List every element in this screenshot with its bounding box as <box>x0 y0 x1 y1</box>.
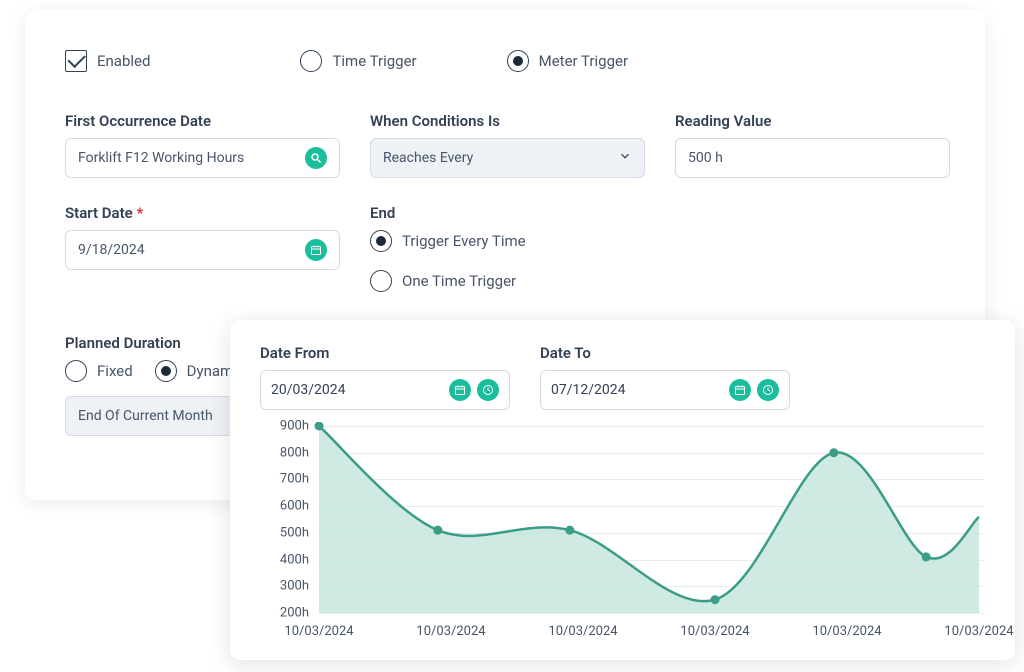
reading-value-label: Reading Value <box>675 112 950 130</box>
chart-svg <box>264 422 984 637</box>
date-from-icons <box>449 379 499 401</box>
radio-icon <box>370 270 392 292</box>
toggle-row: Enabled Time Trigger Meter Trigger <box>65 50 945 72</box>
end-label: End <box>370 204 645 222</box>
end-radio-group: Trigger Every Time One Time Trigger <box>370 230 645 292</box>
clock-icon[interactable] <box>477 379 499 401</box>
start-date-input[interactable]: 9/18/2024 <box>65 230 340 270</box>
start-date-label-text: Start Date <box>65 204 133 222</box>
radio-icon <box>370 230 392 252</box>
radio-icon <box>300 50 322 72</box>
date-to-icons <box>729 379 779 401</box>
first-occurrence-value: Forklift F12 Working Hours <box>78 150 244 166</box>
start-date-label: Start Date * <box>65 204 340 222</box>
date-from-value: 20/03/2024 <box>271 382 346 398</box>
date-from-input[interactable]: 20/03/2024 <box>260 370 510 410</box>
duration-fixed-radio[interactable]: Fixed <box>65 360 133 382</box>
chart-point <box>433 526 442 535</box>
chart-area: 200h300h400h500h600h700h800h900h10/03/20… <box>264 422 984 637</box>
when-conditions-label: When Conditions Is <box>370 112 645 130</box>
date-to-value: 07/12/2024 <box>551 382 626 398</box>
reading-value-input[interactable]: 500 h <box>675 138 950 178</box>
chart-point <box>922 552 931 561</box>
date-range-row: Date From 20/03/2024 Date To 07/12/2024 <box>260 344 985 410</box>
end-field: End Trigger Every Time One Time Trigger <box>370 204 645 292</box>
time-trigger-label: Time Trigger <box>332 52 416 70</box>
meter-trigger-radio[interactable]: Meter Trigger <box>507 50 628 72</box>
calendar-icon[interactable] <box>449 379 471 401</box>
trigger-every-time-radio[interactable]: Trigger Every Time <box>370 230 645 252</box>
date-from-field: Date From 20/03/2024 <box>260 344 510 410</box>
enabled-checkbox[interactable]: Enabled <box>65 50 150 72</box>
date-to-input[interactable]: 07/12/2024 <box>540 370 790 410</box>
first-occurrence-field: First Occurrence Date Forklift F12 Worki… <box>65 112 340 178</box>
when-conditions-field: When Conditions Is Reaches Every <box>370 112 645 178</box>
one-time-trigger-radio[interactable]: One Time Trigger <box>370 270 645 292</box>
chart-panel: Date From 20/03/2024 Date To 07/12/2024 <box>230 320 1015 660</box>
one-time-trigger-label: One Time Trigger <box>402 272 516 290</box>
calendar-icon[interactable] <box>729 379 751 401</box>
start-date-value: 9/18/2024 <box>78 242 145 258</box>
radio-icon <box>65 360 87 382</box>
duration-fixed-label: Fixed <box>97 362 133 380</box>
search-icon[interactable] <box>305 147 327 169</box>
chart-point <box>565 526 574 535</box>
chart-point <box>711 595 720 604</box>
date-from-label: Date From <box>260 344 510 362</box>
checkbox-icon <box>65 50 87 72</box>
clock-icon[interactable] <box>757 379 779 401</box>
time-trigger-radio[interactable]: Time Trigger <box>300 50 416 72</box>
date-to-field: Date To 07/12/2024 <box>540 344 790 410</box>
when-conditions-value: Reaches Every <box>383 150 473 166</box>
first-occurrence-label: First Occurrence Date <box>65 112 340 130</box>
start-date-field: Start Date * 9/18/2024 <box>65 204 340 292</box>
chevron-down-icon <box>618 149 632 167</box>
first-occurrence-input[interactable]: Forklift F12 Working Hours <box>65 138 340 178</box>
radio-icon <box>155 360 177 382</box>
reading-value-value: 500 h <box>688 150 723 166</box>
calendar-icon[interactable] <box>305 239 327 261</box>
meter-trigger-label: Meter Trigger <box>539 52 628 70</box>
duration-select-value: End Of Current Month <box>78 408 213 424</box>
radio-icon <box>507 50 529 72</box>
when-conditions-select[interactable]: Reaches Every <box>370 138 645 178</box>
enabled-label: Enabled <box>97 52 150 70</box>
required-asterisk: * <box>136 204 143 222</box>
trigger-every-time-label: Trigger Every Time <box>402 232 526 250</box>
date-to-label: Date To <box>540 344 790 362</box>
reading-value-field: Reading Value 500 h <box>675 112 950 178</box>
chart-point <box>829 448 838 457</box>
